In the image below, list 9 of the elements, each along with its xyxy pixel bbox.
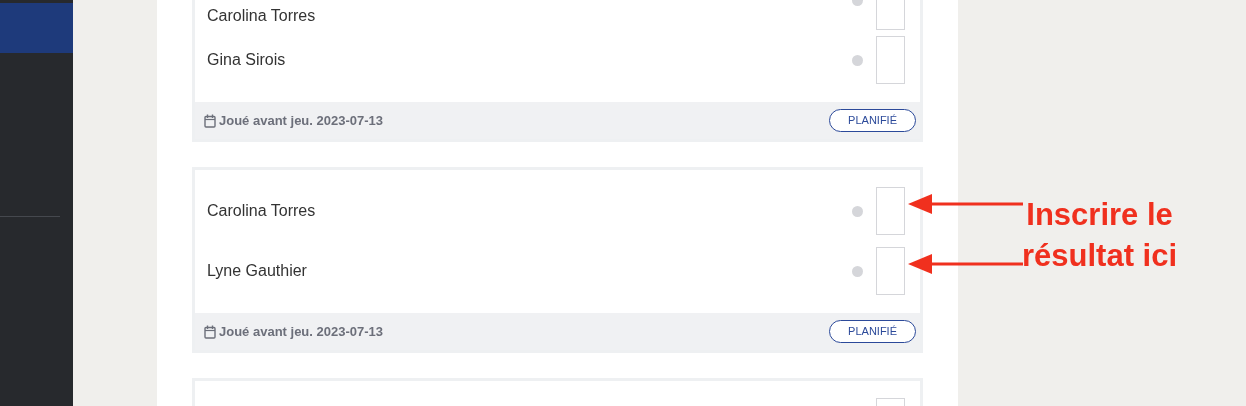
match-date: Joué avant jeu. 2023-07-13 [219,111,384,130]
status-badge: PLANIFIÉ [829,108,916,133]
status-badge: PLANIFIÉ [829,319,916,344]
player-name: Carolina Torres [207,201,317,221]
player-name: Carolina Torres [207,6,317,26]
player-name: Gina Sirois [207,50,287,70]
annotation-text: Inscrire le résultat ici [1022,196,1178,275]
player-name: Lyne Gauthier [207,261,308,281]
match-date: Joué avant jeu. 2023-07-13 [219,322,384,341]
